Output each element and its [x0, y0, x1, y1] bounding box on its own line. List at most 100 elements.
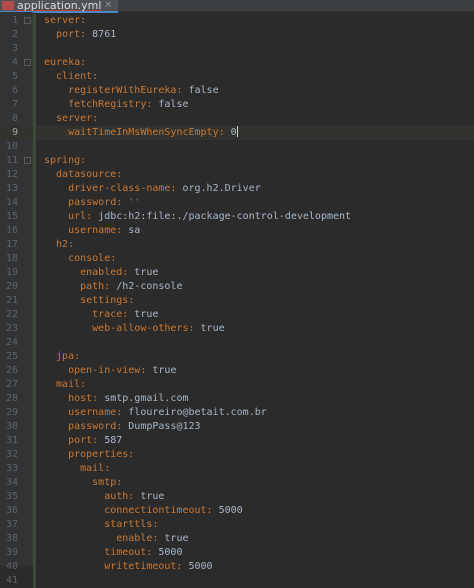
code-line[interactable]: 21 settings: — [0, 294, 474, 308]
code-line[interactable]: 20 path: /h2-console — [0, 280, 474, 294]
code-line[interactable]: 6 registerWithEureka: false — [0, 84, 474, 98]
code-line[interactable]: 12 datasource: — [0, 168, 474, 182]
code-line[interactable]: 39 timeout: 5000 — [0, 546, 474, 560]
yaml-key: waitTimeInMsWhenSyncEmpty: — [68, 127, 225, 138]
code-line[interactable]: 25 jpa: — [0, 350, 474, 364]
line-number: 29 — [5, 407, 18, 418]
fold-marker-icon[interactable] — [24, 59, 31, 66]
code-text: jpa: — [56, 350, 80, 364]
code-line[interactable]: 29 username: floureiro@betait.com.br — [0, 406, 474, 420]
line-number: 33 — [5, 463, 18, 474]
line-number: 26 — [5, 365, 18, 376]
line-number: 4 — [11, 57, 18, 68]
vcs-change-marker[interactable] — [33, 14, 36, 56]
code-line[interactable]: 4 eureka: — [0, 56, 474, 70]
code-line[interactable]: 30 password: DumpPass@123 — [0, 420, 474, 434]
yaml-key: enabled: — [80, 267, 129, 278]
yaml-key: server: — [56, 113, 99, 124]
yaml-value: 5000 — [182, 561, 213, 572]
line-number: 6 — [11, 85, 18, 96]
vcs-change-marker[interactable] — [33, 56, 36, 154]
tab-title: application.yml — [17, 0, 102, 12]
code-line[interactable]: 3 — [0, 42, 474, 56]
line-number: 3 — [11, 43, 18, 54]
code-line[interactable]: 7 fetchRegistry: false — [0, 98, 474, 112]
code-line[interactable]: 17 h2: — [0, 238, 474, 252]
code-line[interactable]: 40 writetimeout: 5000 — [0, 560, 474, 574]
line-number: 40 — [5, 561, 18, 572]
yaml-file-icon — [2, 1, 14, 10]
vcs-change-marker[interactable] — [33, 154, 36, 588]
code-line[interactable]: 26 open-in-view: true — [0, 364, 474, 378]
close-icon[interactable]: × — [104, 1, 112, 10]
code-line[interactable]: 18 console: — [0, 252, 474, 266]
line-number: 27 — [5, 379, 18, 390]
yaml-value: /h2-console — [110, 281, 183, 292]
code-line[interactable]: 14 password: '' — [0, 196, 474, 210]
code-text: web-allow-others: true — [92, 322, 224, 336]
yaml-key: mail: — [80, 463, 111, 474]
code-text: password: '' — [68, 196, 140, 210]
code-line[interactable]: 32 properties: — [0, 448, 474, 462]
yaml-value: false — [182, 85, 219, 96]
line-number: 14 — [5, 197, 18, 208]
code-text: connectiontimeout: 5000 — [104, 504, 242, 518]
yaml-key: username: — [68, 225, 123, 236]
code-line[interactable]: 15 url: jdbc:h2:file:./package-control-de… — [0, 210, 474, 224]
code-text: datasource: — [56, 168, 122, 182]
code-line[interactable]: 13 driver-class-name: org.h2.Driver — [0, 182, 474, 196]
code-line[interactable]: 37 starttls: — [0, 518, 474, 532]
code-line[interactable]: 22 trace: true — [0, 308, 474, 322]
line-number: 2 — [11, 29, 18, 40]
yaml-value: false — [152, 99, 189, 110]
code-line[interactable]: 35 auth: true — [0, 490, 474, 504]
code-line[interactable]: 9 waitTimeInMsWhenSyncEmpty: 0 — [0, 126, 474, 140]
line-number: 9 — [11, 127, 18, 138]
code-line[interactable]: 2 port: 8761 — [0, 28, 474, 42]
code-line[interactable]: 19 enabled: true — [0, 266, 474, 280]
yaml-key: url: — [68, 211, 93, 222]
yaml-key: starttls: — [104, 519, 159, 530]
line-number: 5 — [11, 71, 18, 82]
yaml-value: 8761 — [86, 29, 117, 40]
code-text: password: DumpPass@123 — [68, 420, 200, 434]
code-line[interactable]: 8 server: — [0, 112, 474, 126]
code-text: host: smtp.gmail.com — [68, 392, 188, 406]
code-line[interactable]: 31 port: 587 — [0, 434, 474, 448]
code-line[interactable]: 1 server: — [0, 14, 474, 28]
line-number: 24 — [5, 337, 18, 348]
code-line[interactable]: 27 mail: — [0, 378, 474, 392]
yaml-value: 587 — [98, 435, 123, 446]
line-number: 8 — [11, 113, 18, 124]
code-editor[interactable]: 1 server: 2 port: 8761 3 4 eureka: 5 client: 6 reg… — [0, 12, 474, 588]
code-line[interactable]: 11 spring: — [0, 154, 474, 168]
code-text: timeout: 5000 — [104, 546, 182, 560]
line-number: 37 — [5, 519, 18, 530]
yaml-key: writetimeout: — [104, 561, 183, 572]
fold-marker-icon[interactable] — [24, 17, 31, 24]
code-text: fetchRegistry: false — [68, 98, 188, 112]
yaml-key: username: — [68, 407, 123, 418]
code-line[interactable]: 33 mail: — [0, 462, 474, 476]
code-line[interactable]: 16 username: sa — [0, 224, 474, 238]
yaml-key: web-allow-others: — [92, 323, 195, 334]
yaml-key: mail: — [56, 379, 87, 390]
code-line[interactable]: 23 web-allow-others: true — [0, 322, 474, 336]
code-line[interactable]: 5 client: — [0, 70, 474, 84]
code-line[interactable]: 10 — [0, 140, 474, 154]
yaml-key: datasource: — [56, 169, 123, 180]
yaml-key: path: — [80, 281, 111, 292]
code-line[interactable]: 28 host: smtp.gmail.com — [0, 392, 474, 406]
code-line[interactable]: 36 connectiontimeout: 5000 — [0, 504, 474, 518]
yaml-key: timeout: — [104, 547, 153, 558]
code-line[interactable]: 24 — [0, 336, 474, 350]
yaml-value: '' — [122, 197, 141, 208]
code-text: h2: — [56, 238, 74, 252]
code-line[interactable]: 41 — [0, 574, 474, 588]
fold-marker-icon[interactable] — [24, 157, 31, 164]
code-text: driver-class-name: org.h2.Driver — [68, 182, 261, 196]
line-number: 19 — [5, 267, 18, 278]
code-text: eureka: — [44, 56, 86, 70]
code-line[interactable]: 34 smtp: — [0, 476, 474, 490]
code-line[interactable]: 38 enable: true — [0, 532, 474, 546]
